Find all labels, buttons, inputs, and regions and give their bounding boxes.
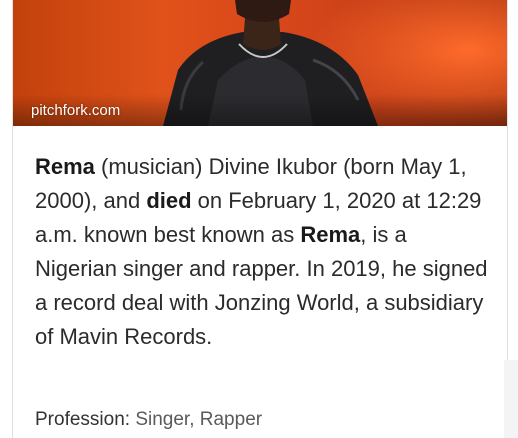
artist-photo[interactable]: pitchfork.com: [13, 0, 507, 126]
profession-link-singer[interactable]: Singer: [135, 409, 189, 430]
profession-row: Profession: Singer, Rapper: [35, 409, 262, 431]
image-source-label[interactable]: pitchfork.com: [31, 102, 120, 119]
description-bold-name: Rema: [35, 154, 95, 179]
knowledge-panel: pitchfork.com Rema (musician) Divine Iku…: [12, 0, 508, 438]
profession-label: Profession:: [35, 409, 136, 430]
artist-description: Rema (musician) Divine Ikubor (born May …: [35, 150, 490, 354]
description-bold-died: died: [146, 188, 192, 213]
profession-link-rapper[interactable]: Rapper: [200, 409, 262, 430]
adjacent-card-edge: [504, 360, 518, 438]
description-bold-name: Rema: [300, 222, 361, 247]
profession-separator: ,: [189, 409, 200, 430]
